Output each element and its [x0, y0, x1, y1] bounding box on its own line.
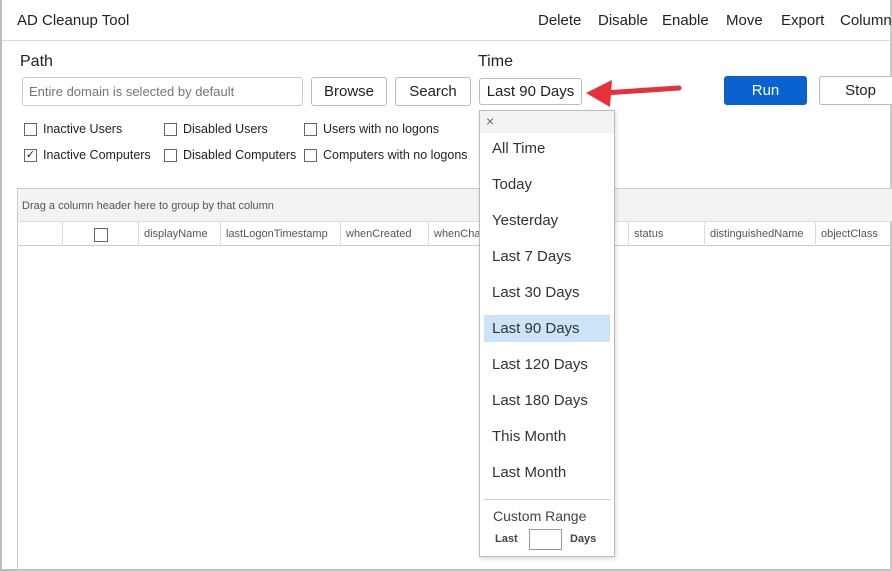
option-last-120-days[interactable]: Last 120 Days [484, 351, 610, 378]
option-last-month[interactable]: Last Month [484, 459, 610, 486]
search-button[interactable]: Search [395, 77, 471, 106]
app-title: AD Cleanup Tool [17, 12, 130, 29]
stop-button[interactable]: Stop [819, 76, 892, 105]
filter-users-no-logons[interactable]: Users with no logons [304, 122, 439, 136]
custom-range-label: Custom Range [493, 508, 587, 524]
group-panel[interactable]: Drag a column header here to group by th… [18, 189, 892, 222]
column-lastlogontimestamp[interactable]: lastLogonTimestamp [220, 222, 340, 246]
run-button[interactable]: Run [724, 76, 807, 105]
option-today[interactable]: Today [484, 171, 610, 198]
filter-label: Disabled Users [183, 122, 268, 136]
option-last-7-days[interactable]: Last 7 Days [484, 243, 610, 270]
days-label: Days [570, 533, 597, 545]
divider [484, 499, 610, 500]
filter-computers-no-logons[interactable]: Computers with no logons [304, 148, 468, 162]
checkbox[interactable] [24, 122, 37, 136]
filter-label: Inactive Users [43, 122, 123, 136]
browse-button[interactable]: Browse [311, 77, 387, 106]
column-status[interactable]: status [628, 222, 704, 246]
filter-label: Inactive Computers [43, 148, 151, 162]
menu-disable[interactable]: Disable [598, 12, 648, 29]
checkbox[interactable] [164, 122, 177, 136]
filter-disabled-computers[interactable]: Disabled Computers [164, 148, 296, 162]
column-distinguishedname[interactable]: distinguishedName [704, 222, 815, 246]
menu-enable[interactable]: Enable [662, 12, 709, 29]
filter-inactive-users[interactable]: Inactive Users [24, 122, 122, 136]
results-grid: Drag a column header here to group by th… [17, 188, 892, 571]
filter-disabled-users[interactable]: Disabled Users [164, 122, 268, 136]
filter-inactive-computers[interactable]: ✓ Inactive Computers [24, 148, 151, 162]
checkbox[interactable] [164, 148, 177, 162]
menu-columns[interactable]: Columns [840, 12, 892, 29]
menu-delete[interactable]: Delete [538, 12, 581, 29]
column-header-row: displayName lastLogonTimestamp whenCreat… [18, 222, 892, 246]
path-input[interactable] [22, 77, 303, 106]
checkbox[interactable] [304, 148, 317, 162]
time-label: Time [478, 53, 513, 70]
menu-export[interactable]: Export [781, 12, 824, 29]
column-objectclass[interactable]: objectClass [815, 222, 892, 246]
red-arrow-annotation [586, 80, 682, 107]
close-icon[interactable]: × [480, 111, 614, 133]
column-whencreated[interactable]: whenCreated [340, 222, 428, 246]
path-label: Path [20, 53, 53, 70]
option-last-30-days[interactable]: Last 30 Days [484, 279, 610, 306]
option-this-month[interactable]: This Month [484, 423, 610, 450]
divider [2, 40, 890, 41]
menu-move[interactable]: Move [726, 12, 763, 29]
option-last-180-days[interactable]: Last 180 Days [484, 387, 610, 414]
time-dropdown[interactable]: Last 90 Days [479, 78, 582, 105]
time-dropdown-menu: × All Time Today Yesterday Last 7 Days L… [479, 110, 615, 557]
option-yesterday[interactable]: Yesterday [484, 207, 610, 234]
option-last-90-days[interactable]: Last 90 Days [484, 315, 610, 342]
last-label: Last [495, 533, 518, 545]
select-all-checkbox[interactable] [93, 228, 108, 242]
custom-days-input[interactable] [529, 529, 562, 550]
option-all-time[interactable]: All Time [484, 135, 610, 162]
checkbox[interactable] [304, 122, 317, 136]
select-all-column[interactable] [62, 222, 138, 246]
filter-label: Users with no logons [323, 122, 440, 136]
checkbox-checked[interactable]: ✓ [24, 148, 37, 162]
filter-label: Computers with no logons [323, 148, 468, 162]
column-displayname[interactable]: displayName [138, 222, 220, 246]
filter-label: Disabled Computers [183, 148, 297, 162]
